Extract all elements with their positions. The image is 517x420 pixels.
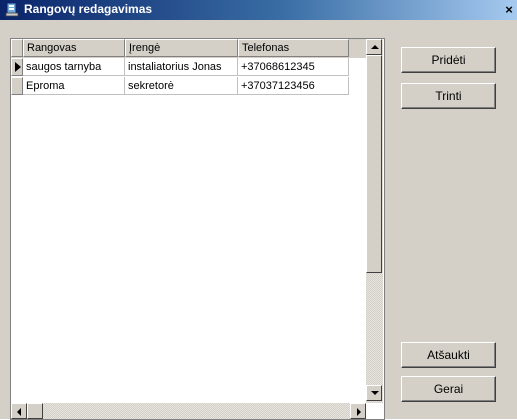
ok-button[interactable]: Gerai xyxy=(401,376,496,402)
cell-contractor[interactable]: saugos tarnyba xyxy=(23,58,125,76)
table-row[interactable]: Eproma sekretorė +37037123456 xyxy=(11,77,367,96)
scroll-right-button[interactable] xyxy=(350,403,366,419)
row-selector[interactable] xyxy=(11,58,23,76)
window-title: Rangovų redagavimas xyxy=(24,2,153,16)
table-row[interactable]: saugos tarnyba instaliatorius Jonas +370… xyxy=(11,58,367,77)
row-selector[interactable] xyxy=(11,77,23,95)
cell-installed-by[interactable]: instaliatorius Jonas xyxy=(125,58,238,76)
grid-header: Rangovas Įrengė Telefonas xyxy=(11,39,367,58)
arrow-up-icon xyxy=(371,45,379,49)
vertical-scrollbar[interactable] xyxy=(366,39,383,403)
scroll-left-button[interactable] xyxy=(11,403,27,419)
cell-phone[interactable]: +37037123456 xyxy=(238,77,349,95)
title-bar[interactable]: Rangovų redagavimas × xyxy=(0,0,517,20)
arrow-left-icon xyxy=(17,408,21,416)
arrow-right-icon xyxy=(357,408,361,416)
vertical-scroll-thumb[interactable] xyxy=(366,55,382,273)
delete-button[interactable]: Trinti xyxy=(401,83,496,109)
scroll-down-button[interactable] xyxy=(366,385,382,401)
add-button[interactable]: Pridėti xyxy=(401,47,496,73)
column-header-phone[interactable]: Telefonas xyxy=(238,39,349,57)
dialog-window: Rangovų redagavimas × Rangovas Įrengė Te… xyxy=(0,0,517,420)
app-icon xyxy=(5,2,19,17)
contractors-grid[interactable]: Rangovas Įrengė Telefonas saugos tarnyba… xyxy=(10,38,385,420)
cell-installed-by[interactable]: sekretorė xyxy=(125,77,238,95)
horizontal-scroll-thumb[interactable] xyxy=(27,403,43,419)
cancel-button[interactable]: Atšaukti xyxy=(401,342,496,368)
close-icon: × xyxy=(505,2,513,17)
horizontal-scrollbar[interactable] xyxy=(11,403,366,419)
scroll-up-button[interactable] xyxy=(366,39,382,55)
column-header-contractor[interactable]: Rangovas xyxy=(23,39,125,57)
header-corner xyxy=(11,39,23,57)
arrow-down-icon xyxy=(371,391,379,395)
column-header-installed-by[interactable]: Įrengė xyxy=(125,39,238,57)
cell-contractor[interactable]: Eproma xyxy=(23,77,125,95)
cell-phone[interactable]: +37068612345 xyxy=(238,58,349,76)
right-triangle-icon xyxy=(15,62,21,72)
close-button[interactable]: × xyxy=(502,2,516,17)
